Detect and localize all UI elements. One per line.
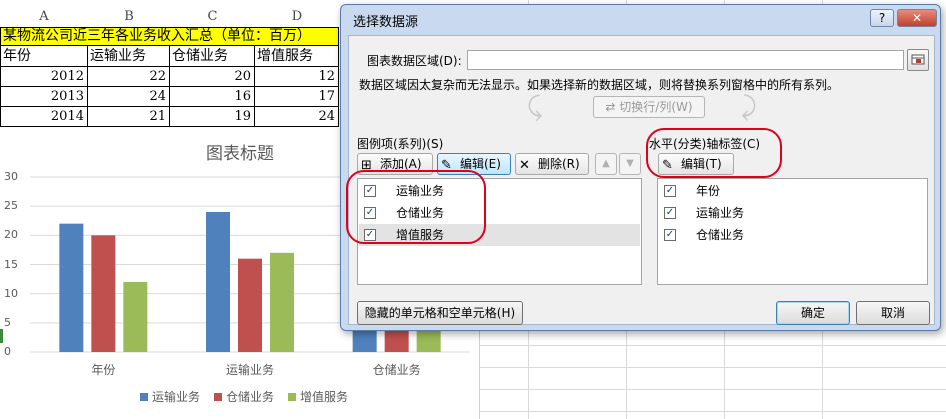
column-header-d[interactable]: D: [255, 9, 339, 27]
delete-icon: ✕: [519, 158, 530, 173]
list-item-label: 运输业务: [696, 206, 745, 220]
sheet-title-cell[interactable]: 某物流公司近三年各业务收入汇总（单位：百万）: [0, 27, 339, 46]
switch-row-column-button[interactable]: ⇄ 切换行/列(W): [593, 96, 705, 118]
chart-bar[interactable]: [59, 223, 84, 352]
ok-button[interactable]: 确定: [776, 301, 850, 325]
legend-section-label: 图例项(系列)(S): [357, 137, 444, 151]
table-cell[interactable]: 2013: [0, 87, 88, 107]
dialog-title: 选择数据源: [353, 15, 419, 30]
select-data-source-dialog: 选择数据源 ? ✕ 图表数据区域(D): 数据区域因太复杂而无法显示。如果选择新…: [340, 4, 941, 331]
table-cell[interactable]: 16: [170, 87, 255, 107]
legend-label: 仓储业务: [226, 390, 275, 404]
chart-bar[interactable]: [270, 252, 294, 352]
x-tick-label: 年份: [91, 363, 116, 377]
y-tick-label: 15: [4, 257, 18, 271]
table-cell[interactable]: 19: [170, 107, 255, 127]
screen: A B C D 某物流公司近三年各业务收入汇总（单位：百万） 年份 运输业务 仓…: [0, 0, 946, 419]
header-cell-value-added[interactable]: 增值服务: [255, 46, 339, 67]
switch-label: 切换行/列(W): [619, 100, 693, 114]
table-cell[interactable]: 21: [88, 107, 170, 127]
data-range-label: 图表数据区域(D):: [367, 54, 462, 68]
move-down-button[interactable]: ▼: [619, 153, 641, 175]
checkbox[interactable]: ✓: [664, 185, 676, 197]
arrow-left-icon: ⤹: [527, 92, 543, 122]
help-button[interactable]: ?: [870, 9, 894, 27]
legend-item-value-added: 增值服务: [288, 388, 348, 405]
y-tick-label: 20: [4, 228, 18, 242]
move-down-icon: ▼: [626, 158, 634, 169]
checkbox[interactable]: ✓: [664, 229, 676, 241]
table-cell[interactable]: 22: [88, 67, 170, 87]
edit-label: 编辑(E): [460, 157, 501, 171]
switch-icon: ⇄: [605, 100, 616, 114]
cancel-button[interactable]: 取消: [856, 301, 930, 325]
legend-swatch: [214, 392, 223, 401]
hidden-empty-cells-button[interactable]: 隐藏的单元格和空单元格(H): [357, 301, 523, 325]
list-item[interactable]: ✓ 年份: [659, 180, 926, 202]
header-cell-storage[interactable]: 仓储业务: [170, 46, 255, 67]
annotation-circle: [646, 128, 782, 178]
delete-label: 删除(R): [538, 157, 580, 171]
table-cell[interactable]: 2014: [0, 107, 88, 127]
data-range-input[interactable]: [467, 50, 904, 70]
x-tick-label: 仓储业务: [372, 363, 421, 377]
chart-bar[interactable]: [91, 235, 116, 352]
move-up-button[interactable]: ▲: [595, 153, 617, 175]
chart-legend[interactable]: 运输业务 仓储业务 增值服务: [140, 388, 348, 405]
table-cell[interactable]: 24: [255, 107, 339, 127]
axis-labels-list[interactable]: ✓ 年份 ✓ 运输业务 ✓ 仓储业务: [657, 178, 928, 285]
header-cell-year[interactable]: 年份: [0, 46, 88, 67]
arrow-right-icon: ⤸: [741, 92, 757, 122]
chart-bar[interactable]: [123, 282, 148, 352]
legend-swatch: [140, 392, 148, 401]
list-item[interactable]: ✓ 运输业务: [659, 202, 926, 224]
table-cell[interactable]: 12: [255, 67, 339, 87]
table-cell[interactable]: 20: [170, 67, 255, 87]
header-cell-transport[interactable]: 运输业务: [88, 46, 170, 67]
info-text: 数据区域因太复杂而无法显示。如果选择新的数据区域，则将替换系列窗格中的所有系列。: [359, 78, 840, 92]
x-tick-label: 运输业务: [225, 363, 274, 377]
column-header-c[interactable]: C: [170, 9, 255, 27]
legend-item-transport: 运输业务: [140, 388, 200, 405]
column-header-b[interactable]: B: [88, 9, 170, 27]
table-cell[interactable]: 17: [255, 87, 339, 107]
legend-swatch: [288, 392, 297, 401]
column-header-a[interactable]: A: [0, 9, 88, 27]
legend-item-storage: 仓储业务: [214, 388, 274, 405]
y-tick-label: 30: [4, 170, 18, 183]
close-button[interactable]: ✕: [897, 9, 937, 27]
list-item[interactable]: ✓ 仓储业务: [659, 224, 926, 246]
chart-bar[interactable]: [238, 258, 262, 352]
checkbox[interactable]: ✓: [664, 207, 676, 219]
legend-label: 运输业务: [152, 390, 201, 404]
table-cell[interactable]: 2012: [0, 67, 88, 87]
add-label: 添加(A): [380, 157, 422, 171]
chart-bar[interactable]: [206, 212, 230, 352]
y-tick-label: 25: [4, 199, 18, 213]
y-tick-label: 10: [4, 286, 18, 300]
y-tick-label: 5: [4, 315, 11, 329]
list-item-label: 年份: [696, 184, 721, 198]
table-cell[interactable]: 24: [88, 87, 170, 107]
annotation-circle: [346, 170, 486, 244]
range-select-icon: [911, 54, 925, 65]
range-select-button[interactable]: [907, 49, 929, 71]
y-tick-label: 0: [4, 345, 11, 358]
delete-series-button[interactable]: ✕ 删除(R): [515, 153, 589, 175]
legend-label: 增值服务: [300, 390, 349, 404]
list-item-label: 仓储业务: [696, 228, 745, 242]
move-up-icon: ▲: [602, 158, 610, 169]
